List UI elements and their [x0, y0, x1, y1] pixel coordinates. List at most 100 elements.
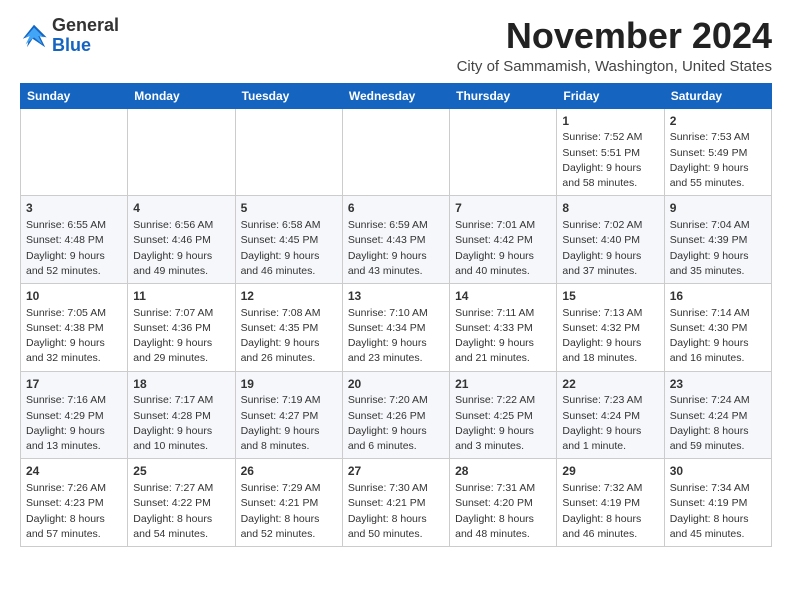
day-header-friday: Friday [557, 83, 664, 108]
day-info: Sunrise: 7:53 AM Sunset: 5:49 PM Dayligh… [670, 130, 766, 191]
day-info: Sunrise: 7:16 AM Sunset: 4:29 PM Dayligh… [26, 393, 122, 454]
calendar-cell: 5Sunrise: 6:58 AM Sunset: 4:45 PM Daylig… [235, 196, 342, 284]
calendar-cell [235, 108, 342, 196]
calendar-cell: 14Sunrise: 7:11 AM Sunset: 4:33 PM Dayli… [450, 283, 557, 371]
calendar-cell: 8Sunrise: 7:02 AM Sunset: 4:40 PM Daylig… [557, 196, 664, 284]
calendar-cell: 21Sunrise: 7:22 AM Sunset: 4:25 PM Dayli… [450, 371, 557, 459]
calendar-cell: 17Sunrise: 7:16 AM Sunset: 4:29 PM Dayli… [21, 371, 128, 459]
calendar-cell: 11Sunrise: 7:07 AM Sunset: 4:36 PM Dayli… [128, 283, 235, 371]
day-number: 25 [133, 463, 229, 480]
day-info: Sunrise: 7:52 AM Sunset: 5:51 PM Dayligh… [562, 130, 658, 191]
day-info: Sunrise: 7:02 AM Sunset: 4:40 PM Dayligh… [562, 218, 658, 279]
day-number: 12 [241, 288, 337, 305]
day-info: Sunrise: 7:13 AM Sunset: 4:32 PM Dayligh… [562, 306, 658, 367]
day-number: 2 [670, 113, 766, 130]
calendar-cell: 28Sunrise: 7:31 AM Sunset: 4:20 PM Dayli… [450, 459, 557, 547]
day-info: Sunrise: 7:10 AM Sunset: 4:34 PM Dayligh… [348, 306, 444, 367]
calendar-cell: 12Sunrise: 7:08 AM Sunset: 4:35 PM Dayli… [235, 283, 342, 371]
day-info: Sunrise: 6:58 AM Sunset: 4:45 PM Dayligh… [241, 218, 337, 279]
calendar-cell: 25Sunrise: 7:27 AM Sunset: 4:22 PM Dayli… [128, 459, 235, 547]
calendar-cell: 20Sunrise: 7:20 AM Sunset: 4:26 PM Dayli… [342, 371, 449, 459]
day-number: 28 [455, 463, 551, 480]
day-number: 22 [562, 376, 658, 393]
day-number: 23 [670, 376, 766, 393]
day-number: 3 [26, 200, 122, 217]
day-number: 30 [670, 463, 766, 480]
day-number: 10 [26, 288, 122, 305]
day-number: 7 [455, 200, 551, 217]
day-number: 19 [241, 376, 337, 393]
day-info: Sunrise: 7:08 AM Sunset: 4:35 PM Dayligh… [241, 306, 337, 367]
calendar-cell: 16Sunrise: 7:14 AM Sunset: 4:30 PM Dayli… [664, 283, 771, 371]
calendar-week-row: 3Sunrise: 6:55 AM Sunset: 4:48 PM Daylig… [21, 196, 772, 284]
calendar-cell [21, 108, 128, 196]
header: General Blue November 2024 City of Samma… [20, 16, 772, 75]
calendar-cell: 26Sunrise: 7:29 AM Sunset: 4:21 PM Dayli… [235, 459, 342, 547]
calendar-cell: 7Sunrise: 7:01 AM Sunset: 4:42 PM Daylig… [450, 196, 557, 284]
calendar-week-row: 1Sunrise: 7:52 AM Sunset: 5:51 PM Daylig… [21, 108, 772, 196]
day-number: 17 [26, 376, 122, 393]
day-info: Sunrise: 7:19 AM Sunset: 4:27 PM Dayligh… [241, 393, 337, 454]
day-info: Sunrise: 6:55 AM Sunset: 4:48 PM Dayligh… [26, 218, 122, 279]
day-number: 20 [348, 376, 444, 393]
calendar-cell [450, 108, 557, 196]
day-number: 26 [241, 463, 337, 480]
day-info: Sunrise: 7:01 AM Sunset: 4:42 PM Dayligh… [455, 218, 551, 279]
day-number: 5 [241, 200, 337, 217]
calendar-week-row: 10Sunrise: 7:05 AM Sunset: 4:38 PM Dayli… [21, 283, 772, 371]
month-title: November 2024 [457, 16, 772, 56]
day-number: 1 [562, 113, 658, 130]
calendar-cell: 30Sunrise: 7:34 AM Sunset: 4:19 PM Dayli… [664, 459, 771, 547]
day-info: Sunrise: 7:05 AM Sunset: 4:38 PM Dayligh… [26, 306, 122, 367]
day-info: Sunrise: 7:32 AM Sunset: 4:19 PM Dayligh… [562, 481, 658, 542]
day-info: Sunrise: 6:59 AM Sunset: 4:43 PM Dayligh… [348, 218, 444, 279]
day-number: 18 [133, 376, 229, 393]
calendar-cell: 23Sunrise: 7:24 AM Sunset: 4:24 PM Dayli… [664, 371, 771, 459]
day-header-monday: Monday [128, 83, 235, 108]
calendar-week-row: 17Sunrise: 7:16 AM Sunset: 4:29 PM Dayli… [21, 371, 772, 459]
calendar-cell: 18Sunrise: 7:17 AM Sunset: 4:28 PM Dayli… [128, 371, 235, 459]
calendar-cell: 3Sunrise: 6:55 AM Sunset: 4:48 PM Daylig… [21, 196, 128, 284]
calendar-cell: 10Sunrise: 7:05 AM Sunset: 4:38 PM Dayli… [21, 283, 128, 371]
day-number: 8 [562, 200, 658, 217]
day-info: Sunrise: 6:56 AM Sunset: 4:46 PM Dayligh… [133, 218, 229, 279]
calendar-cell: 9Sunrise: 7:04 AM Sunset: 4:39 PM Daylig… [664, 196, 771, 284]
day-info: Sunrise: 7:34 AM Sunset: 4:19 PM Dayligh… [670, 481, 766, 542]
day-info: Sunrise: 7:31 AM Sunset: 4:20 PM Dayligh… [455, 481, 551, 542]
day-info: Sunrise: 7:23 AM Sunset: 4:24 PM Dayligh… [562, 393, 658, 454]
calendar-cell: 2Sunrise: 7:53 AM Sunset: 5:49 PM Daylig… [664, 108, 771, 196]
calendar-cell: 22Sunrise: 7:23 AM Sunset: 4:24 PM Dayli… [557, 371, 664, 459]
day-header-tuesday: Tuesday [235, 83, 342, 108]
day-number: 21 [455, 376, 551, 393]
day-info: Sunrise: 7:29 AM Sunset: 4:21 PM Dayligh… [241, 481, 337, 542]
day-number: 14 [455, 288, 551, 305]
day-number: 11 [133, 288, 229, 305]
day-info: Sunrise: 7:20 AM Sunset: 4:26 PM Dayligh… [348, 393, 444, 454]
calendar-cell: 1Sunrise: 7:52 AM Sunset: 5:51 PM Daylig… [557, 108, 664, 196]
day-number: 15 [562, 288, 658, 305]
day-header-wednesday: Wednesday [342, 83, 449, 108]
logo: General Blue [20, 16, 119, 56]
calendar-cell: 15Sunrise: 7:13 AM Sunset: 4:32 PM Dayli… [557, 283, 664, 371]
day-number: 4 [133, 200, 229, 217]
calendar-cell: 29Sunrise: 7:32 AM Sunset: 4:19 PM Dayli… [557, 459, 664, 547]
day-number: 27 [348, 463, 444, 480]
calendar-cell: 4Sunrise: 6:56 AM Sunset: 4:46 PM Daylig… [128, 196, 235, 284]
day-info: Sunrise: 7:07 AM Sunset: 4:36 PM Dayligh… [133, 306, 229, 367]
day-header-sunday: Sunday [21, 83, 128, 108]
day-number: 9 [670, 200, 766, 217]
day-number: 16 [670, 288, 766, 305]
day-number: 29 [562, 463, 658, 480]
day-number: 13 [348, 288, 444, 305]
day-info: Sunrise: 7:17 AM Sunset: 4:28 PM Dayligh… [133, 393, 229, 454]
logo-text: General Blue [52, 16, 119, 56]
day-info: Sunrise: 7:04 AM Sunset: 4:39 PM Dayligh… [670, 218, 766, 279]
day-number: 6 [348, 200, 444, 217]
day-info: Sunrise: 7:24 AM Sunset: 4:24 PM Dayligh… [670, 393, 766, 454]
day-number: 24 [26, 463, 122, 480]
day-header-saturday: Saturday [664, 83, 771, 108]
day-info: Sunrise: 7:22 AM Sunset: 4:25 PM Dayligh… [455, 393, 551, 454]
day-info: Sunrise: 7:26 AM Sunset: 4:23 PM Dayligh… [26, 481, 122, 542]
day-info: Sunrise: 7:14 AM Sunset: 4:30 PM Dayligh… [670, 306, 766, 367]
day-header-thursday: Thursday [450, 83, 557, 108]
